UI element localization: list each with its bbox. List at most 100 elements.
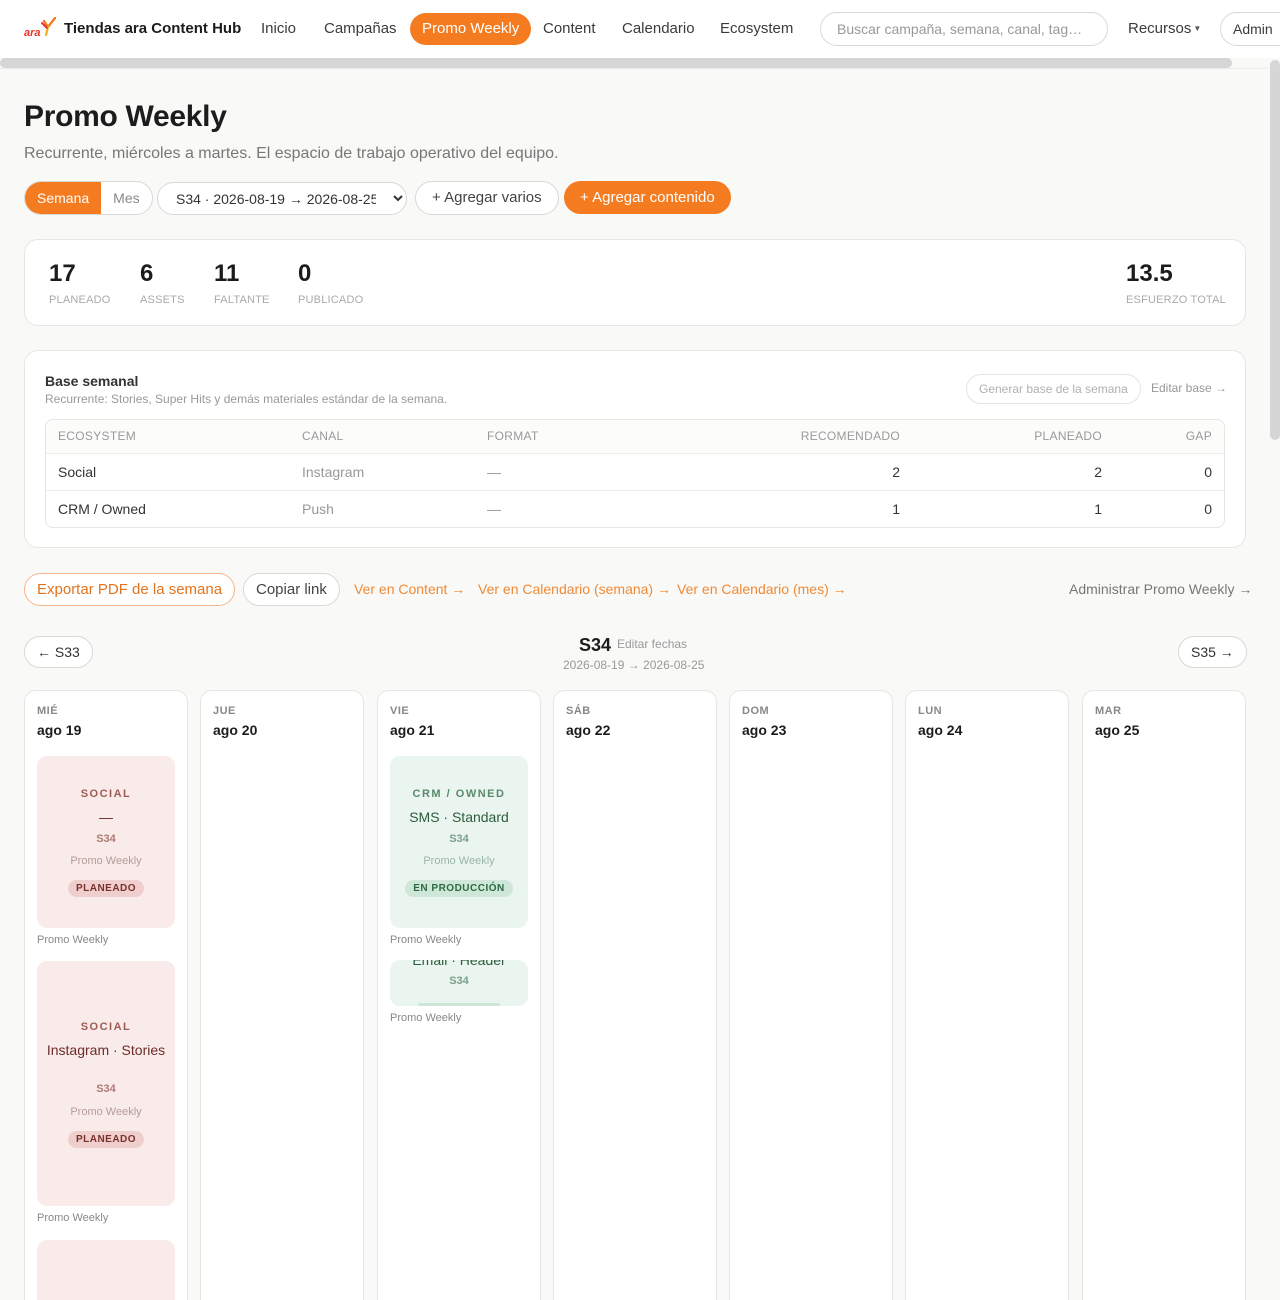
nav-divider [0,68,1268,69]
stat-value: 0 [298,260,312,287]
status-badge: PLANEADO [67,880,145,897]
day-date: ago 20 [213,722,258,738]
base-subtitle: Recurrente: Stories, Super Hits y demás … [45,392,448,406]
content-card[interactable]: SOCIAL — S34 Promo Weekly PLANEADO [37,756,175,928]
stat-publicado: 0 PUBLICADO [298,260,363,306]
day-column-thu[interactable]: JUE ago 20 [200,690,364,1300]
content-card[interactable]: Email · Header S34 [390,960,528,1006]
status-badge: EN PRODUCCIÓN [405,880,513,897]
card-week: S34 [96,1083,116,1095]
day-column-fri[interactable]: VIE ago 21 CRM / OWNED SMS · Standard S3… [377,690,541,1300]
stat-faltante: 11 FALTANTE [214,260,270,306]
manage-promo-weekly-link[interactable]: Administrar Promo Weekly → [1069,581,1252,597]
stat-label: PLANEADO [49,294,111,306]
horizontal-scrollbar[interactable] [0,58,1232,68]
day-date: ago 23 [742,722,787,738]
cell-recomendado: 1 [892,501,900,517]
week-select[interactable]: S34 · 2026-08-19 → 2026-08-25 [157,182,407,215]
page-title: Promo Weekly [24,100,227,133]
day-of-week: LUN [918,705,943,717]
brand[interactable]: ara Tiendas ara Content Hub [24,16,242,39]
table-row: CRM / Owned Push — 1 1 0 [46,490,1224,527]
stat-label: ASSETS [140,294,185,306]
card-caption: Promo Weekly [37,1212,109,1224]
card-week: S34 [449,833,469,845]
view-week-button[interactable]: Semana [25,182,102,214]
view-month-button[interactable]: Mes [101,182,151,214]
prev-week-button[interactable]: ← S33 [24,636,93,668]
cell-planeado: 1 [1094,501,1102,517]
col-planeado: PLANEADO [1034,429,1102,443]
brand-name: Tiendas ara Content Hub [64,19,242,37]
cell-gap: 0 [1204,464,1212,480]
day-date: ago 24 [918,722,963,738]
chevron-down-icon: ▼ [1193,24,1202,34]
stat-assets: 6 ASSETS [140,260,185,306]
table-row: Social Instagram — 2 2 0 [46,453,1224,490]
day-column-mon[interactable]: LUN ago 24 [905,690,1069,1300]
day-of-week: JUE [213,705,236,717]
col-gap: GAP [1185,429,1212,443]
svg-text:ara: ara [24,27,41,39]
resources-menu[interactable]: Recursos ▼ [1128,13,1201,45]
nav-item-inicio[interactable]: Inicio [249,13,308,45]
view-calendar-week-link[interactable]: Ver en Calendario (semana) → [478,581,671,597]
copy-link-button[interactable]: Copiar link [243,573,340,606]
card-week: S34 [449,975,469,987]
stats-card: 17 PLANEADO 6 ASSETS 11 FALTANTE 0 PUBLI… [24,239,1246,326]
stat-value: 11 [214,260,240,287]
nav-item-ecosystem[interactable]: Ecosystem [708,13,805,45]
cell-ecosystem: CRM / Owned [58,501,146,517]
cell-recomendado: 2 [892,464,900,480]
week-range: 2026-08-19 → 2026-08-25 [563,658,705,672]
card-title: SMS · Standard [409,809,509,825]
day-of-week: SÁB [566,705,591,717]
day-column-wed[interactable]: MIÉ ago 19 SOCIAL — S34 Promo Weekly PLA… [24,690,188,1300]
cell-format: — [487,464,501,480]
card-campaign: Promo Weekly [70,855,142,867]
search-input[interactable] [820,12,1108,46]
card-title: — [99,809,113,825]
cell-canal: Push [302,501,334,517]
status-badge-clipped [418,1003,500,1006]
add-many-button[interactable]: + Agregar varios [415,181,559,215]
view-calendar-month-link[interactable]: Ver en Calendario (mes) → [677,581,847,597]
day-column-tue[interactable]: MAR ago 25 [1082,690,1246,1300]
day-of-week: DOM [742,705,770,717]
content-card[interactable] [37,1240,175,1300]
edit-base-link[interactable]: Editar base → [1151,381,1227,395]
cell-canal: Instagram [302,464,365,480]
card-caption: Promo Weekly [390,934,462,946]
day-of-week: MIÉ [37,705,59,717]
col-format: FORMAT [487,429,539,443]
add-content-button[interactable]: + Agregar contenido [564,181,731,214]
card-campaign: Promo Weekly [423,855,495,867]
base-table: ECOSYSTEM CANAL FORMAT RECOMENDADO PLANE… [45,419,1225,528]
nav-item-content[interactable]: Content [531,13,608,45]
card-ecosystem: SOCIAL [80,788,132,800]
base-semanal-card: Base semanal Recurrente: Stories, Super … [24,350,1246,548]
admin-button[interactable]: Admin [1220,12,1280,46]
nav-item-calendario[interactable]: Calendario [610,13,707,45]
card-ecosystem: SOCIAL [80,1021,132,1033]
next-week-button[interactable]: S35 → [1178,636,1247,668]
vertical-scrollbar[interactable] [1270,60,1280,440]
day-date: ago 25 [1095,722,1140,738]
view-content-link[interactable]: Ver en Content → [354,581,465,597]
content-card[interactable]: SOCIAL Instagram · Stories S34 Promo Wee… [37,961,175,1206]
nav-item-promo-weekly[interactable]: Promo Weekly [410,13,532,45]
stat-planeado: 17 PLANEADO [49,260,111,306]
generate-base-button[interactable]: Generar base de la semana [966,374,1141,404]
nav-item-campanas[interactable]: Campañas [312,13,409,45]
day-column-sun[interactable]: DOM ago 23 [729,690,893,1300]
export-pdf-button[interactable]: Exportar PDF de la semana [24,573,236,606]
day-column-sat[interactable]: SÁB ago 22 [553,690,717,1300]
content-card[interactable]: CRM / OWNED SMS · Standard S34 Promo Wee… [390,756,528,928]
stat-value: 6 [140,260,154,287]
edit-dates-link[interactable]: Editar fechas [617,637,687,651]
card-title: Email · Header [412,960,506,968]
stat-esfuerzo-total: 13.5 ESFUERZO TOTAL [1126,260,1226,306]
cell-ecosystem: Social [58,464,97,480]
resources-label: Recursos [1128,20,1192,37]
cell-format: — [487,501,501,517]
